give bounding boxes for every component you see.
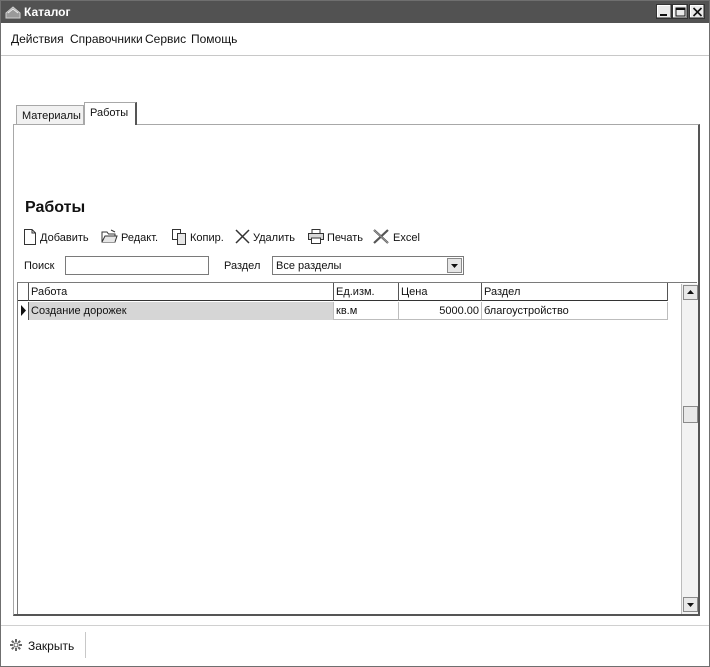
copy-button[interactable]: Копир.	[172, 228, 224, 248]
maximize-button[interactable]	[672, 4, 688, 19]
menu-bar: Действия Справочники Сервис Помощь	[1, 31, 709, 49]
add-button[interactable]: Добавить	[23, 228, 89, 248]
print-label: Печать	[327, 232, 364, 244]
window-title: Каталог	[24, 5, 71, 19]
menu-actions[interactable]: Действия	[11, 32, 64, 46]
copy-label: Копир.	[190, 232, 224, 244]
search-input[interactable]	[65, 256, 209, 275]
scroll-thumb[interactable]	[683, 406, 698, 423]
header-section[interactable]: Раздел	[482, 283, 668, 301]
menu-divider	[1, 55, 709, 56]
printer-icon	[308, 229, 324, 247]
excel-icon	[373, 229, 390, 247]
app-icon	[5, 4, 21, 20]
delete-button[interactable]: Удалить	[235, 229, 295, 247]
footer-button-divider	[85, 632, 86, 658]
cell-unit[interactable]: кв.м	[334, 302, 399, 320]
works-table: Работа Ед.изм. Цена Раздел Создание доро…	[17, 282, 697, 614]
menu-references[interactable]: Справочники	[70, 32, 143, 46]
scroll-down-arrow-icon[interactable]	[683, 597, 698, 612]
minimize-button[interactable]	[656, 4, 672, 19]
section-select-value: Все разделы	[276, 260, 342, 272]
scroll-up-arrow-icon[interactable]	[683, 285, 698, 300]
delete-x-icon	[235, 229, 250, 247]
row-pointer-icon	[18, 302, 29, 320]
excel-button[interactable]: Excel	[373, 229, 420, 247]
header-price[interactable]: Цена	[399, 283, 482, 301]
search-label: Поиск	[24, 260, 55, 272]
print-button[interactable]: Печать	[308, 229, 363, 247]
header-indicator	[18, 283, 29, 301]
header-work[interactable]: Работа	[29, 283, 334, 301]
catalog-window: Каталог Действия Справочники Сервис Помо…	[0, 0, 710, 667]
section-title: Работы	[25, 199, 86, 216]
close-button[interactable]: Закрыть	[9, 637, 74, 655]
close-label: Закрыть	[28, 639, 75, 653]
tab-materials[interactable]: Материалы	[16, 105, 84, 124]
close-window-button[interactable]	[689, 4, 705, 19]
vertical-scrollbar[interactable]	[681, 284, 698, 614]
table-header: Работа Ед.изм. Цена Раздел	[18, 283, 668, 301]
cell-section[interactable]: благоустройство	[482, 302, 668, 320]
footer-divider	[1, 625, 709, 626]
copy-icon	[172, 228, 187, 248]
dropdown-arrow-icon[interactable]	[447, 258, 462, 273]
tab-works[interactable]: Работы	[84, 102, 137, 125]
section-select[interactable]: Все разделы	[272, 256, 464, 275]
add-label: Добавить	[40, 232, 89, 244]
delete-label: Удалить	[253, 232, 295, 244]
open-folder-icon	[101, 229, 118, 247]
cell-price[interactable]: 5000.00	[399, 302, 482, 320]
close-gear-icon	[9, 638, 23, 655]
title-bar[interactable]: Каталог	[1, 1, 709, 23]
new-document-icon	[23, 228, 37, 248]
header-unit[interactable]: Ед.изм.	[334, 283, 399, 301]
edit-label: Редакт.	[121, 232, 159, 244]
menu-help[interactable]: Помощь	[191, 32, 237, 46]
section-filter-label: Раздел	[224, 260, 261, 272]
table-row[interactable]: Создание дорожек кв.м 5000.00 благоустро…	[18, 302, 668, 320]
excel-label: Excel	[393, 232, 420, 244]
edit-button[interactable]: Редакт.	[101, 229, 158, 247]
menu-service[interactable]: Сервис	[145, 32, 186, 46]
cell-work[interactable]: Создание дорожек	[29, 302, 334, 320]
